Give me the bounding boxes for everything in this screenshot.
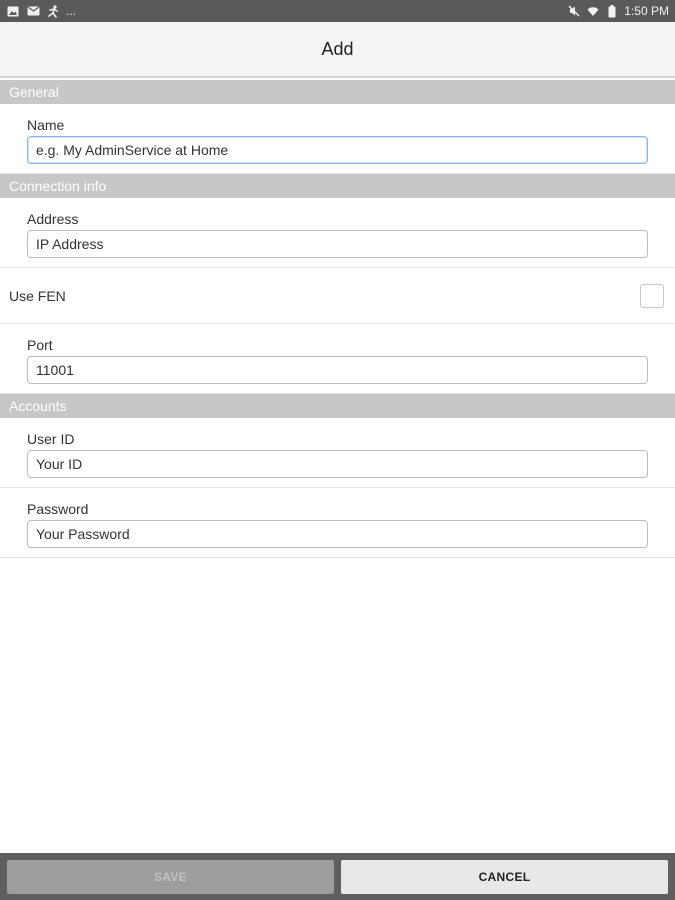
address-placeholder: IP Address — [36, 236, 104, 252]
status-bar: ... 1:50 PM — [0, 0, 675, 22]
section-title: Connection info — [9, 178, 107, 194]
password-field-row: Password Your Password — [0, 488, 675, 558]
address-label: Address — [27, 211, 79, 227]
port-input[interactable]: 11001 — [27, 356, 648, 384]
status-bar-right: 1:50 PM — [567, 4, 669, 18]
bottom-action-bar: SAVE CANCEL — [0, 853, 675, 900]
use-fen-checkbox[interactable] — [640, 283, 664, 308]
name-input[interactable]: e.g. My AdminService at Home — [27, 136, 648, 164]
section-title: Accounts — [9, 398, 67, 414]
cancel-button[interactable]: CANCEL — [341, 859, 668, 894]
image-icon — [6, 4, 20, 18]
port-value: 11001 — [36, 362, 74, 378]
password-placeholder: Your Password — [36, 526, 130, 542]
section-header-accounts: Accounts — [0, 394, 675, 418]
running-person-icon — [46, 4, 60, 18]
status-bar-left: ... — [6, 4, 76, 18]
use-fen-label: Use FEN — [9, 287, 66, 304]
save-button[interactable]: SAVE — [7, 859, 334, 894]
status-overflow: ... — [66, 4, 77, 18]
port-field-row: Port 11001 — [0, 324, 675, 394]
mail-icon — [26, 4, 40, 18]
status-time: 1:50 PM — [624, 4, 669, 18]
user-id-label: User ID — [27, 431, 75, 447]
connection-form: General Name e.g. My AdminService at Hom… — [0, 80, 675, 558]
name-placeholder: e.g. My AdminService at Home — [36, 142, 229, 158]
address-input[interactable]: IP Address — [27, 230, 648, 258]
password-input[interactable]: Your Password — [27, 520, 648, 548]
section-header-general: General — [0, 80, 675, 104]
page-title: Add — [321, 38, 354, 59]
use-fen-row[interactable]: Use FEN — [0, 268, 675, 324]
battery-icon — [605, 4, 619, 18]
section-header-connection-info: Connection info — [0, 174, 675, 198]
section-title: General — [9, 84, 59, 100]
add-connection-screen: ... 1:50 PM Add General Name e.g. My Adm… — [0, 0, 675, 900]
name-label: Name — [27, 117, 65, 133]
address-field-row: Address IP Address — [0, 198, 675, 268]
port-label: Port — [27, 337, 53, 353]
user-id-field-row: User ID Your ID — [0, 418, 675, 488]
mute-icon — [567, 4, 581, 18]
user-id-placeholder: Your ID — [36, 456, 83, 472]
name-field-row: Name e.g. My AdminService at Home — [0, 104, 675, 174]
password-label: Password — [27, 501, 89, 517]
wifi-icon — [586, 4, 600, 18]
title-bar: Add — [0, 22, 675, 78]
user-id-input[interactable]: Your ID — [27, 450, 648, 478]
